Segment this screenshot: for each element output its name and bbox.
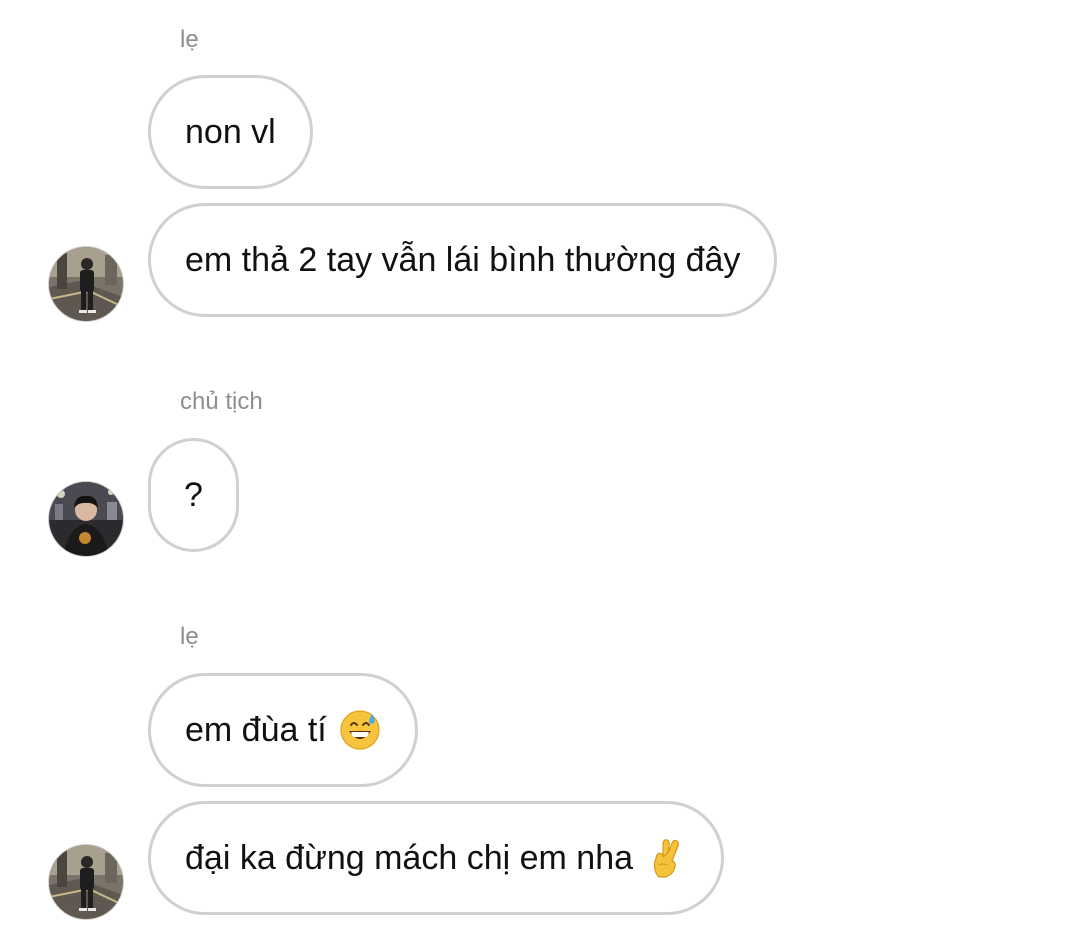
sender-name-chu-tich: chủ tịch bbox=[180, 388, 263, 415]
sender-name-le: lẹ bbox=[180, 26, 199, 53]
message-text: ? bbox=[184, 476, 203, 514]
message-bubble[interactable]: em đùa tí bbox=[148, 673, 418, 787]
avatar-le[interactable] bbox=[49, 247, 123, 321]
message-bubble[interactable]: non vl bbox=[148, 75, 313, 189]
message-text: non vl bbox=[185, 113, 276, 151]
message-bubble[interactable]: em thả 2 tay vẫn lái bình thường đây bbox=[148, 203, 778, 317]
crossed-fingers-icon bbox=[653, 839, 679, 878]
avatar-photo-street-icon bbox=[49, 845, 123, 919]
message-text: em đùa tí bbox=[185, 711, 327, 749]
message-bubble[interactable]: đại ka đừng mách chị em nha bbox=[148, 801, 725, 915]
sender-name-le: lẹ bbox=[180, 623, 199, 650]
message-bubble[interactable]: ? bbox=[148, 438, 239, 552]
grinning-face-with-sweat-icon bbox=[340, 710, 380, 750]
message-text: đại ka đừng mách chị em nha bbox=[185, 839, 634, 877]
avatar-chu-tich[interactable] bbox=[49, 482, 123, 556]
message-text: em thả 2 tay vẫn lái bình thường đây bbox=[185, 241, 741, 279]
avatar-photo-night-icon bbox=[49, 482, 123, 556]
avatar-le[interactable] bbox=[49, 845, 123, 919]
avatar-photo-street-icon bbox=[49, 247, 123, 321]
